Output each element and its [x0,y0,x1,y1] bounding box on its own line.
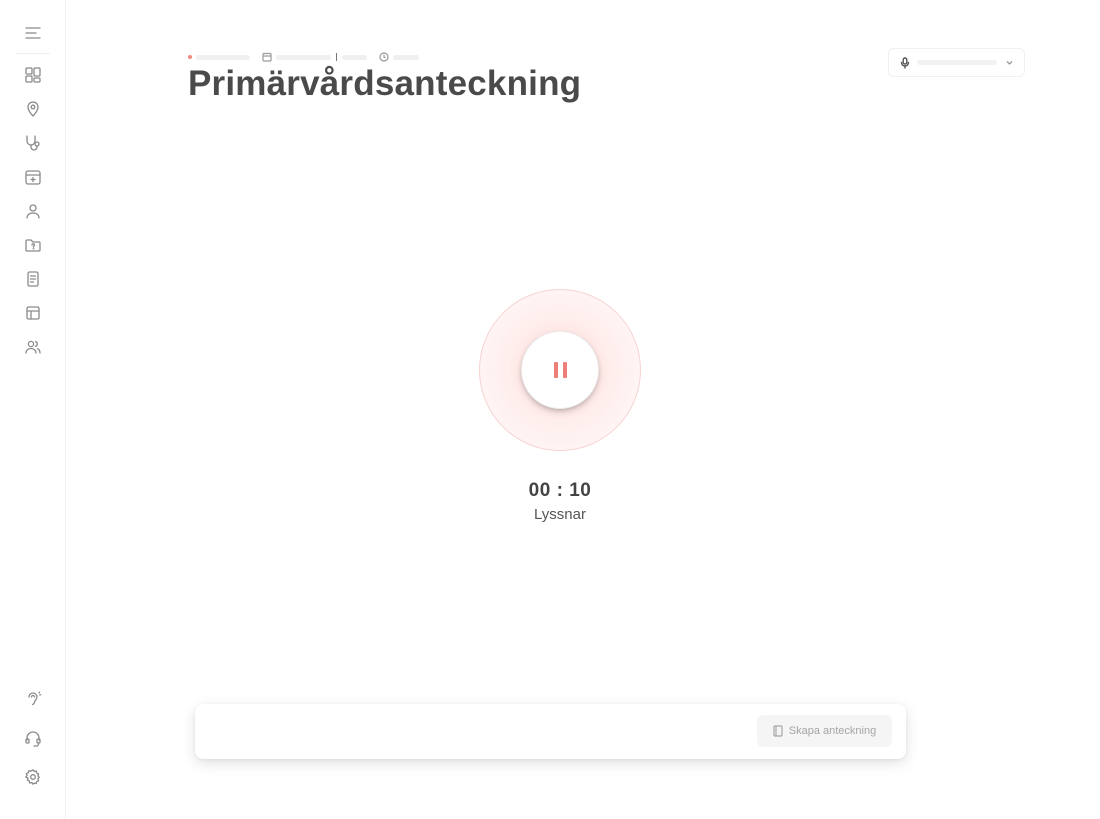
sidebar-item-settings[interactable] [19,763,47,791]
pause-icon [553,362,558,378]
patient-placeholder [196,54,250,60]
headset-icon [25,731,41,747]
user-icon [26,204,40,219]
sidebar-item-support[interactable] [19,724,47,752]
page-title: Primärvårdsanteckning [188,64,582,103]
duration-placeholder [393,54,419,60]
meta-separator [336,53,337,61]
sidebar-item-calendar[interactable] [19,163,47,191]
bottom-action-panel: Skapa anteckning [195,704,906,759]
dashboard-icon [25,67,41,83]
calendar-icon [262,52,272,62]
sidebar-item-templates[interactable] [19,299,47,327]
document-icon [27,271,39,287]
create-note-button[interactable]: Skapa anteckning [757,715,892,747]
sidebar-item-folder[interactable] [19,231,47,259]
ear-icon [28,691,42,706]
chevron-down-icon [1006,61,1013,65]
sidebar-item-consultation[interactable] [19,129,47,157]
sidebar-item-team[interactable] [19,333,47,361]
menu-icon [25,27,41,39]
sidebar-divider [16,53,50,54]
stethoscope-icon [26,135,40,151]
pause-icon [562,362,567,378]
sidebar-item-location[interactable] [19,95,47,123]
folder-question-icon [25,239,41,252]
users-icon [25,340,41,354]
sidebar-item-patient[interactable] [19,197,47,225]
map-pin-icon [27,101,39,117]
recording-status: Lyssnar [534,506,586,523]
sidebar-item-dictation[interactable] [19,685,47,713]
create-note-label: Skapa anteckning [788,725,877,737]
time-placeholder [342,54,367,60]
clock-icon [379,52,389,62]
note-meta-row [188,52,419,62]
gear-icon [25,769,40,785]
sidebar [0,0,66,819]
sidebar-item-notes[interactable] [19,265,47,293]
layout-icon [26,306,40,320]
app-window: Primärvårdsanteckning 00 : 10 Lyssnar Sk… [0,0,1100,819]
pause-recording-button[interactable] [521,331,599,409]
microphone-icon [900,56,910,69]
microphone-select[interactable] [888,48,1025,77]
date-placeholder [276,54,331,60]
menu-button[interactable] [19,19,47,47]
microphone-name-placeholder [917,60,997,65]
recording-indicator-dot [188,55,192,59]
note-icon [773,725,783,737]
recording-timer: 00 : 10 [528,480,592,501]
calendar-plus-icon [25,170,41,185]
sidebar-item-dashboard[interactable] [19,61,47,89]
